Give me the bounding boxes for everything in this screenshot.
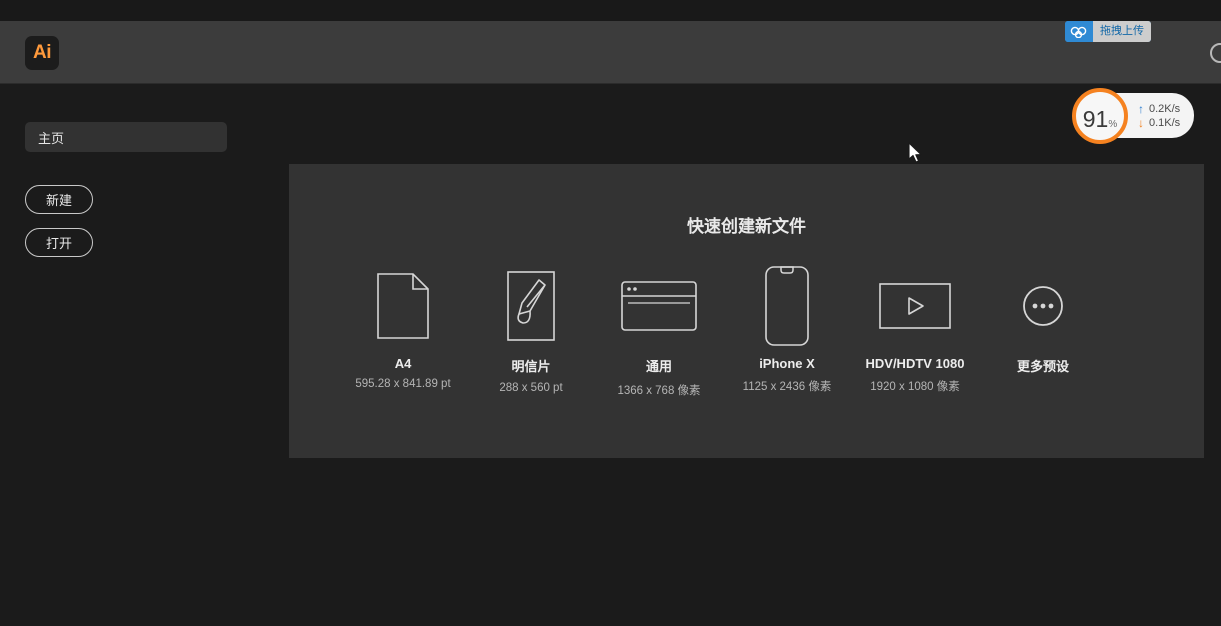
- upload-speed-row: ↑ 0.2K/s: [1138, 103, 1194, 115]
- document-page-icon: [377, 264, 429, 348]
- open-button[interactable]: 打开: [25, 228, 93, 257]
- new-button-label: 新建: [45, 193, 72, 208]
- percent-symbol: %: [1108, 119, 1118, 130]
- netdisk-upload-badge[interactable]: 拖拽上传: [1065, 21, 1151, 42]
- preset-card-web[interactable]: 通用 1366 x 768 像素: [595, 264, 723, 398]
- preset-dims: 288 x 560 pt: [499, 382, 563, 394]
- video-play-icon: [879, 264, 951, 348]
- left-sidebar: 主页 新建 打开: [0, 84, 290, 626]
- netdisk-speed-widget[interactable]: ↑ 0.2K/s ↓ 0.1K/s 91 %: [1072, 88, 1194, 144]
- preset-card-a4[interactable]: A4 595.28 x 841.89 pt: [339, 264, 467, 398]
- preset-dims: 595.28 x 841.89 pt: [355, 378, 451, 390]
- download-speed-row: ↓ 0.1K/s: [1138, 117, 1194, 129]
- netdisk-upload-label: 拖拽上传: [1093, 21, 1151, 42]
- panel-title: 快速创建新文件: [687, 217, 806, 236]
- sidebar-item-home[interactable]: 主页: [25, 122, 227, 152]
- preset-card-more[interactable]: 更多预设: [979, 264, 1107, 398]
- preset-name: 更多预设: [1016, 359, 1069, 374]
- sidebar-item-label: 主页: [38, 130, 65, 146]
- upload-arrow-icon: ↑: [1138, 101, 1144, 116]
- quick-create-panel: 快速创建新文件 A4 595.28 x 841.89 pt 明信片 288 x …: [289, 164, 1204, 458]
- preset-dims: 1920 x 1080 像素: [870, 381, 960, 393]
- ellipsis-circle-icon: [1022, 264, 1064, 348]
- download-arrow-icon: ↓: [1138, 115, 1144, 130]
- preset-card-hdtv[interactable]: HDV/HDTV 1080 1920 x 1080 像素: [851, 264, 979, 398]
- preset-name: HDV/HDTV 1080: [865, 356, 965, 371]
- preset-name: 通用: [645, 359, 672, 374]
- paintbrush-icon: [507, 264, 555, 348]
- preset-name: iPhone X: [759, 356, 815, 371]
- browser-window-icon: [621, 264, 697, 348]
- preset-dims: 1366 x 768 像素: [617, 385, 701, 397]
- baidu-netdisk-icon: [1065, 21, 1093, 42]
- search-icon[interactable]: [1210, 43, 1221, 63]
- illustrator-home-screen: Ai 拖拽上传 ↑ 0.2K/s ↓ 0.1K/s 91 % 主页 新建 打开 …: [0, 0, 1221, 626]
- download-speed-value: 0.1K/s: [1149, 116, 1181, 129]
- illustrator-logo[interactable]: Ai: [25, 36, 59, 70]
- preset-card-postcard[interactable]: 明信片 288 x 560 pt: [467, 264, 595, 398]
- preset-list: A4 595.28 x 841.89 pt 明信片 288 x 560 pt 通…: [339, 264, 1159, 398]
- progress-percent-value: 91: [1082, 106, 1109, 132]
- mouse-cursor: [908, 142, 924, 169]
- phone-icon: [765, 264, 809, 348]
- app-header-bar: Ai: [0, 21, 1221, 84]
- preset-name: 明信片: [511, 359, 551, 374]
- window-title-strip: [0, 0, 1221, 21]
- new-button[interactable]: 新建: [25, 185, 93, 214]
- upload-speed-value: 0.2K/s: [1149, 102, 1181, 115]
- open-button-label: 打开: [45, 236, 72, 251]
- preset-dims: 1125 x 2436 像素: [742, 381, 832, 393]
- preset-name: A4: [394, 356, 412, 371]
- preset-card-iphonex[interactable]: iPhone X 1125 x 2436 像素: [723, 264, 851, 398]
- progress-dial[interactable]: 91 %: [1072, 88, 1128, 144]
